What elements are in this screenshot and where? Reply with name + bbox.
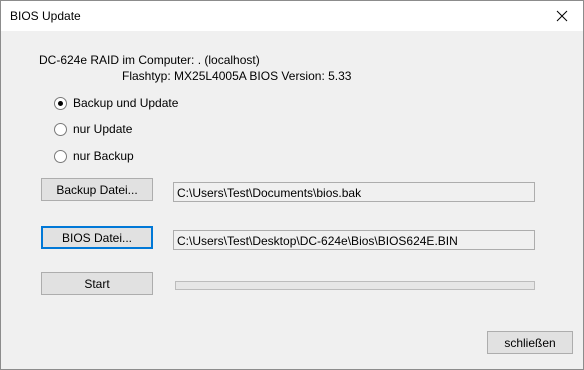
radio-update-only[interactable]: nur Update [54, 122, 132, 136]
radio-label-backup-and-update: Backup und Update [73, 96, 179, 110]
dialog-body: DC-624e RAID im Computer: . (localhost) … [1, 31, 583, 369]
radio-backup-and-update[interactable]: Backup und Update [54, 96, 178, 110]
backup-file-button[interactable]: Backup Datei... [41, 178, 153, 201]
close-button[interactable]: schließen [487, 331, 573, 354]
close-icon [556, 10, 568, 22]
title-bar: BIOS Update [1, 1, 583, 31]
radio-button-update-only[interactable] [54, 122, 67, 136]
radio-backup-only[interactable]: nur Backup [54, 149, 134, 163]
controller-info-line: DC-624e RAID im Computer: . (localhost) [39, 53, 260, 67]
bios-file-path-field[interactable]: C:\Users\Test\Desktop\DC-624e\Bios\BIOS6… [173, 230, 535, 250]
window-title: BIOS Update [10, 9, 81, 23]
radio-label-backup-only: nur Backup [73, 149, 134, 163]
bios-update-dialog: BIOS Update DC-624e RAID im Computer: . … [0, 0, 584, 370]
start-button[interactable]: Start [41, 272, 153, 295]
backup-file-path-field[interactable]: C:\Users\Test\Documents\bios.bak [173, 182, 535, 202]
radio-button-backup-and-update[interactable] [54, 96, 67, 110]
update-progress-bar [175, 281, 535, 290]
bios-file-button[interactable]: BIOS Datei... [41, 226, 153, 249]
radio-button-backup-only[interactable] [54, 149, 67, 163]
radio-label-update-only: nur Update [73, 122, 133, 136]
flash-info-line: Flashtyp: MX25L4005A BIOS Version: 5.33 [122, 69, 352, 83]
close-window-button[interactable] [541, 1, 583, 31]
